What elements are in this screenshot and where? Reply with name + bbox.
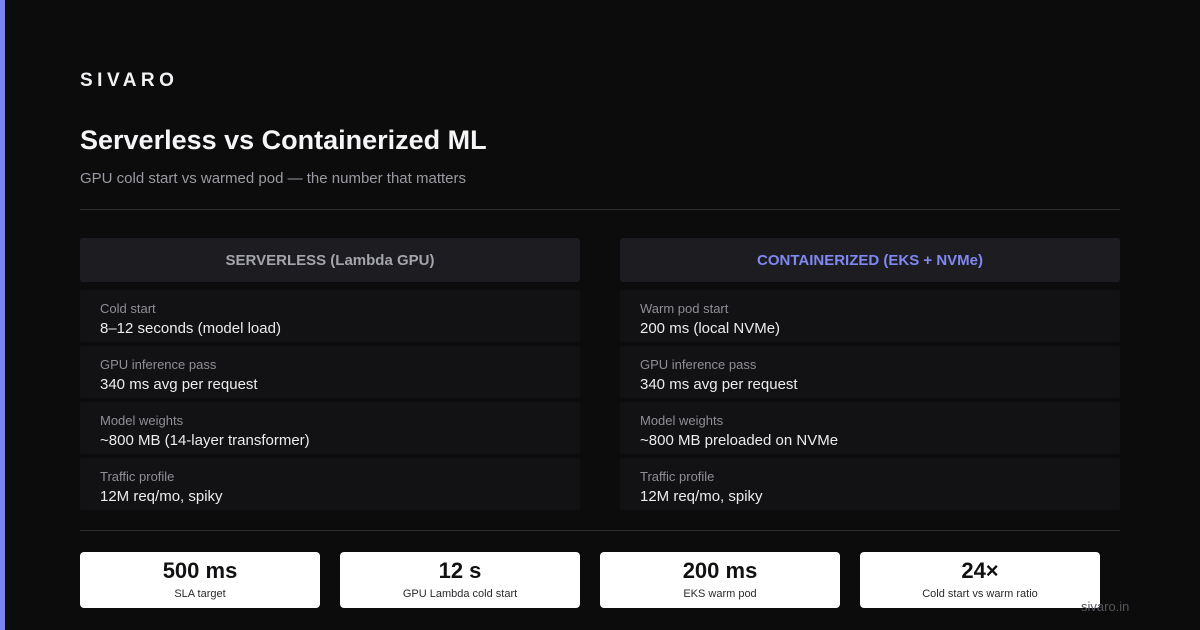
spec-label: Model weights	[100, 413, 184, 428]
stats-row: 500 ms SLA target 12 s GPU Lambda cold s…	[80, 552, 1120, 608]
spec-label: Cold start	[100, 301, 156, 316]
stat-label: Cold start vs warm ratio	[922, 588, 1038, 600]
spec-row: GPU inference pass 340 ms avg per reques…	[80, 346, 580, 398]
serverless-column: SERVERLESS (Lambda GPU) Cold start 8–12 …	[80, 238, 580, 514]
spec-label: GPU inference pass	[640, 357, 757, 372]
spec-label: GPU inference pass	[100, 357, 217, 372]
divider-bottom	[80, 530, 1120, 531]
spec-value: 12M req/mo, spiky	[640, 488, 763, 505]
page-title: Serverless vs Containerized ML	[80, 125, 487, 155]
spec-row: Model weights ~800 MB (14-layer transfor…	[80, 402, 580, 454]
spec-value: 12M req/mo, spiky	[100, 488, 223, 505]
stat-label: EKS warm pod	[683, 588, 757, 600]
spec-row: Traffic profile 12M req/mo, spiky	[620, 458, 1120, 510]
stat-value: 12 s	[438, 558, 482, 583]
spec-label: Traffic profile	[640, 469, 715, 484]
spec-row: GPU inference pass 340 ms avg per reques…	[620, 346, 1120, 398]
stat-label: GPU Lambda cold start	[402, 588, 518, 600]
spec-value: 340 ms avg per request	[640, 376, 798, 393]
stat-card-eks-warm-pod: 200 ms EKS warm pod	[600, 552, 840, 608]
serverless-header: SERVERLESS (Lambda GPU)	[80, 238, 580, 282]
spec-row: Model weights ~800 MB preloaded on NVMe	[620, 402, 1120, 454]
spec-row: Traffic profile 12M req/mo, spiky	[80, 458, 580, 510]
containerized-header: CONTAINERIZED (EKS + NVMe)	[620, 238, 1120, 282]
divider-top	[80, 209, 1120, 210]
spec-row: Warm pod start 200 ms (local NVMe)	[620, 290, 1120, 342]
spec-value: ~800 MB (14-layer transformer)	[100, 432, 310, 449]
stat-card-ratio: 24× Cold start vs warm ratio	[860, 552, 1100, 608]
spec-label: Warm pod start	[640, 301, 729, 316]
spec-value: 340 ms avg per request	[100, 376, 258, 393]
brand-logo: SIVARO	[80, 70, 179, 91]
stat-value: 500 ms	[162, 558, 238, 583]
containerized-column: CONTAINERIZED (EKS + NVMe) Warm pod star…	[620, 238, 1120, 514]
stat-value: 200 ms	[682, 558, 758, 583]
stat-label: SLA target	[174, 588, 226, 600]
spec-label: Traffic profile	[100, 469, 175, 484]
spec-value: 8–12 seconds (model load)	[100, 320, 281, 337]
stat-card-lambda-cold-start: 12 s GPU Lambda cold start	[340, 552, 580, 608]
spec-value: 200 ms (local NVMe)	[640, 320, 781, 337]
spec-label: Model weights	[640, 413, 724, 428]
spec-row: Cold start 8–12 seconds (model load)	[80, 290, 580, 342]
spec-value: ~800 MB preloaded on NVMe	[640, 432, 839, 449]
page-subtitle: GPU cold start vs warmed pod — the numbe…	[80, 170, 466, 187]
stat-value: 24×	[961, 558, 999, 583]
stat-card-sla: 500 ms SLA target	[80, 552, 320, 608]
accent-bar	[0, 0, 5, 630]
footer-url: sivaro.in	[1081, 599, 1130, 614]
